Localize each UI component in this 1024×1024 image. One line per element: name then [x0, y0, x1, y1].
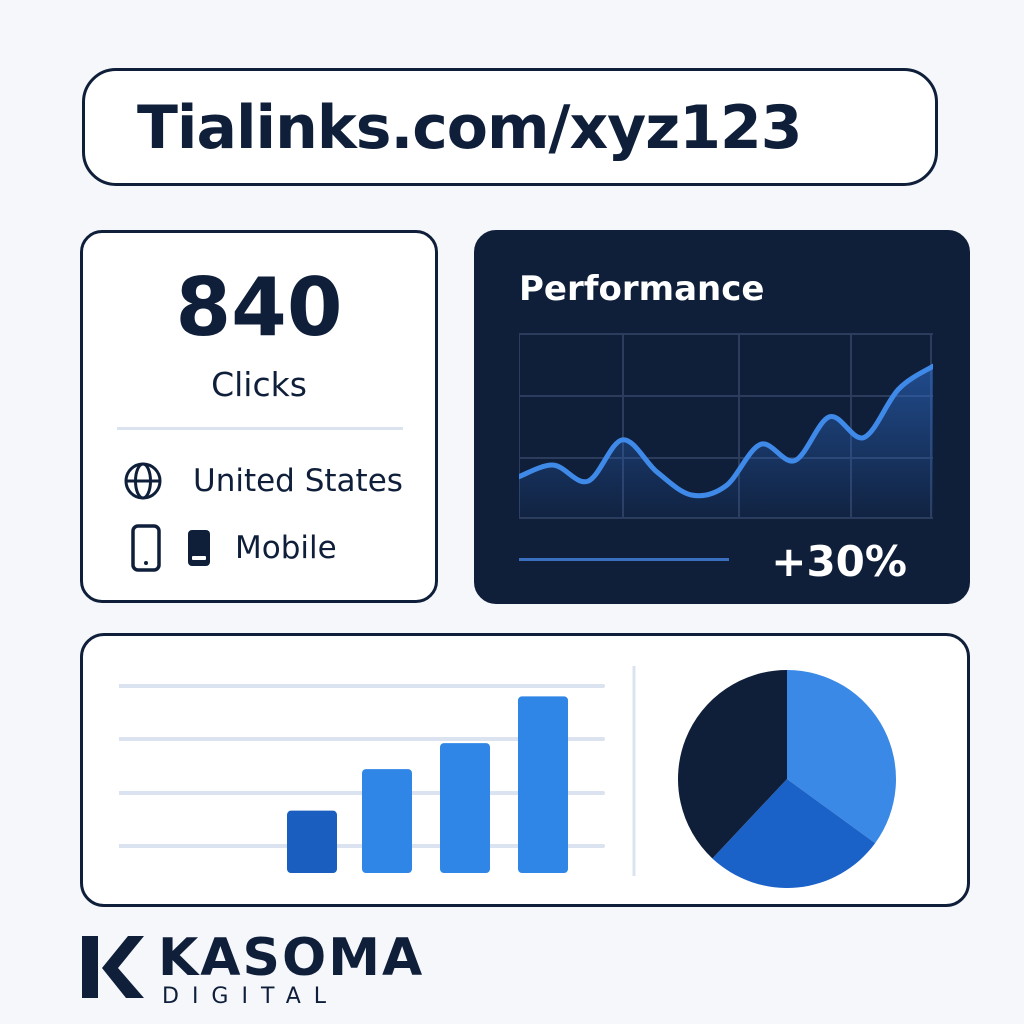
brand-tagline: DIGITAL [162, 984, 340, 1009]
phone-small-icon [188, 530, 210, 566]
bar [518, 696, 568, 873]
performance-card: Performance +30% [474, 230, 970, 604]
country-row: United States [123, 459, 403, 503]
url-bar[interactable]: Tialinks.com/xyz123 [82, 68, 938, 186]
country-label: United States [193, 463, 403, 499]
performance-title: Performance [519, 269, 765, 309]
bar [287, 810, 337, 873]
performance-baseline [519, 558, 729, 561]
pie-chart [678, 670, 896, 888]
k-logo-icon [82, 936, 144, 998]
charts-card [80, 633, 970, 907]
brand-logo: KASOMA DIGITAL [80, 928, 422, 1010]
performance-area [519, 366, 933, 518]
device-row: Mobile [131, 523, 337, 573]
performance-line-chart [519, 333, 933, 519]
bar [440, 743, 490, 873]
phone-icon [131, 524, 161, 572]
clicks-stats-card: 840 Clicks United States Mobile [80, 230, 438, 603]
device-label: Mobile [235, 530, 337, 566]
performance-change: +30% [771, 537, 907, 586]
brand-name: KASOMA [158, 928, 425, 988]
clicks-label: Clicks [211, 365, 307, 404]
short-link-url[interactable]: Tialinks.com/xyz123 [137, 93, 802, 163]
stats-divider [117, 427, 403, 430]
bar-chart [119, 666, 636, 876]
bar [362, 769, 412, 873]
clicks-count: 840 [175, 261, 343, 354]
globe-icon [124, 462, 162, 500]
